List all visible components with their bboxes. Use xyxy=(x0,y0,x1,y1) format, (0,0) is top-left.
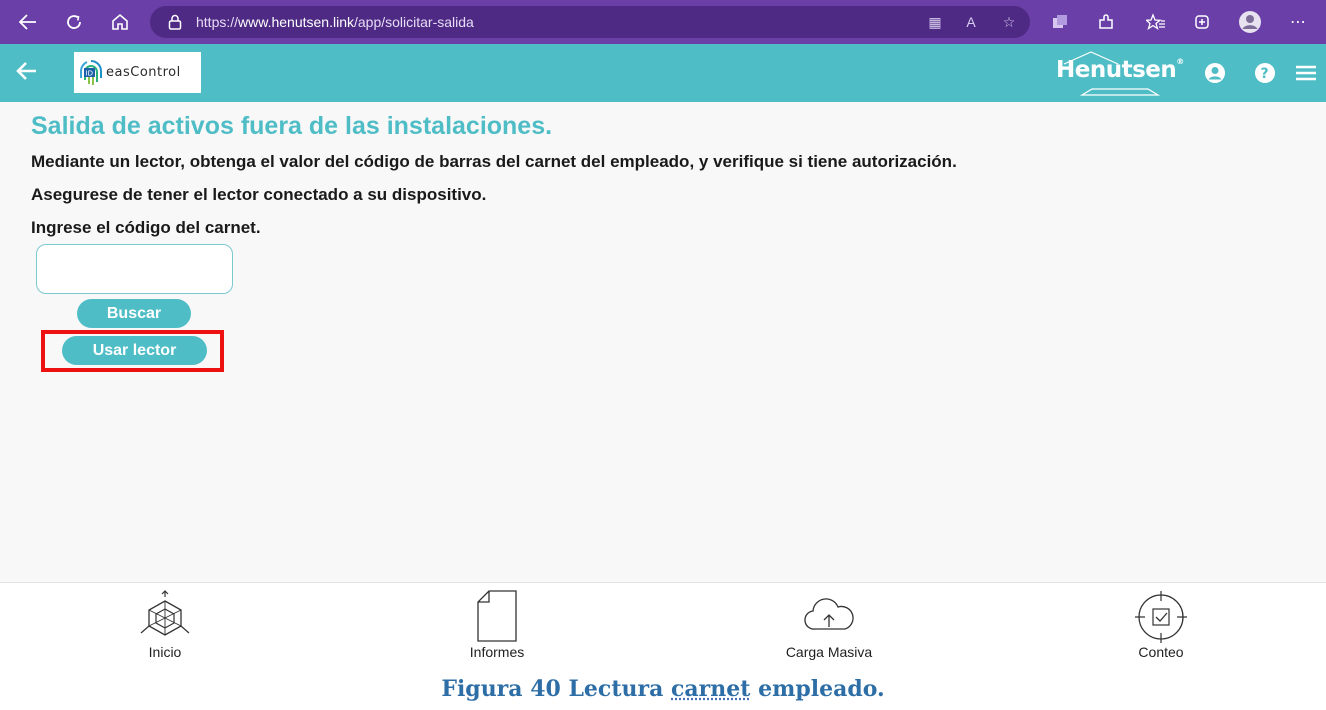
browser-toolbar: https://www.henutsen.link/app/solicitar-… xyxy=(0,0,1326,44)
app-grid-icon[interactable]: ▦ xyxy=(922,12,948,32)
nav-item-conteo[interactable]: Conteo xyxy=(1091,583,1231,667)
nav-item-inicio[interactable]: Inicio xyxy=(95,583,235,667)
instruction-text-3: Ingrese el código del carnet. xyxy=(31,218,261,237)
instruction-text-2: Asegurese de tener el lector conectado a… xyxy=(31,185,487,204)
carnet-code-input[interactable] xyxy=(36,244,233,294)
svg-text:?: ? xyxy=(1261,66,1269,82)
target-check-icon xyxy=(1135,591,1187,643)
company-logo: ID easControl xyxy=(74,52,201,93)
instruction-text-1: Mediante un lector, obtenga el valor del… xyxy=(31,152,957,171)
cloud-upload-icon xyxy=(804,598,854,630)
brand-logo: Henutsen® xyxy=(1056,51,1184,96)
favorites-icon[interactable] xyxy=(1140,6,1172,38)
browser-back-icon[interactable] xyxy=(12,6,44,38)
browser-refresh-icon[interactable] xyxy=(58,6,90,38)
highlight-annotation xyxy=(41,330,224,372)
page-title: Salida de activos fuera de las instalaci… xyxy=(31,112,553,140)
add-favorite-icon[interactable]: ☆ xyxy=(996,12,1022,32)
nav-item-carga-masiva[interactable]: Carga Masiva xyxy=(759,583,899,667)
document-icon xyxy=(477,590,517,642)
collections-icon[interactable] xyxy=(1044,6,1076,38)
figure-caption: Figura 40 Lectura carnet empleado. xyxy=(441,676,885,702)
browser-menu-icon[interactable]: ⋯ xyxy=(1282,6,1314,38)
back-arrow-icon[interactable] xyxy=(16,60,44,86)
home-cube-icon xyxy=(140,590,190,636)
svg-text:ID: ID xyxy=(86,69,93,77)
fingerprint-logo-icon: ID xyxy=(80,59,102,85)
user-account-icon[interactable] xyxy=(1203,61,1227,85)
brand-roof-icon xyxy=(1063,51,1119,65)
read-aloud-icon[interactable]: A xyxy=(958,12,984,32)
profile-avatar-icon[interactable] xyxy=(1234,6,1266,38)
main-content: Salida de activos fuera de las instalaci… xyxy=(0,102,1326,582)
browser-home-icon[interactable] xyxy=(104,6,136,38)
tab-actions-icon[interactable] xyxy=(1186,6,1218,38)
hamburger-menu-icon[interactable] xyxy=(1295,61,1319,85)
lock-icon xyxy=(168,14,182,33)
nav-item-informes[interactable]: Informes xyxy=(427,583,567,667)
app-header: ID easControl Henutsen® ? xyxy=(0,44,1326,102)
extensions-icon[interactable] xyxy=(1090,6,1122,38)
url-text: https://www.henutsen.link/app/solicitar-… xyxy=(196,14,474,30)
address-bar[interactable]: https://www.henutsen.link/app/solicitar-… xyxy=(150,6,1030,38)
help-icon[interactable]: ? xyxy=(1253,61,1277,85)
bottom-navigation: Inicio Informes Carga Masiva Conteo xyxy=(0,582,1326,666)
brand-underline-icon xyxy=(1080,88,1160,96)
search-button[interactable]: Buscar xyxy=(77,299,191,328)
